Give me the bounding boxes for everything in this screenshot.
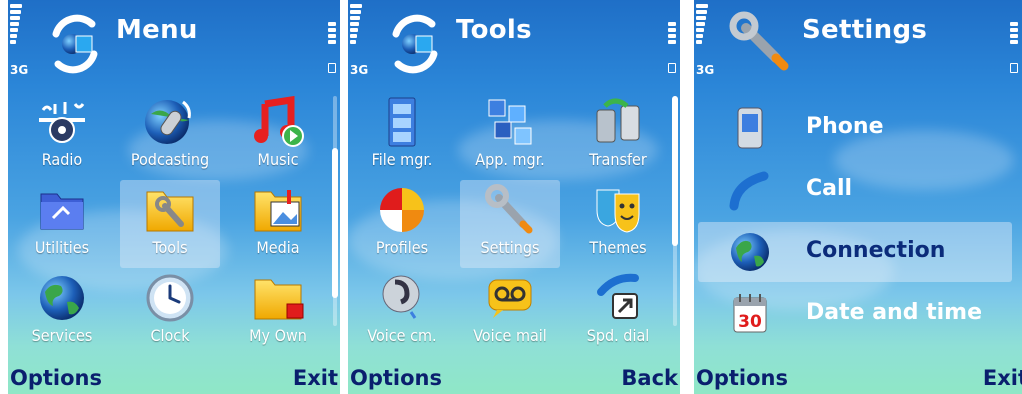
page-title: Tools	[456, 15, 532, 45]
settings-wrench-icon	[485, 184, 533, 234]
scrollbar-thumb[interactable]	[672, 96, 678, 246]
menu-item-label: Media	[256, 238, 300, 257]
file-manager-icon	[388, 97, 416, 147]
menu-item-label: Utilities	[34, 238, 90, 257]
page-title: Settings	[802, 15, 928, 45]
tools-item-settings[interactable]: Settings	[460, 180, 560, 268]
tools-item-label: App. mgr.	[475, 150, 545, 169]
my-own-folder-icon	[254, 279, 304, 320]
battery-cap-icon	[668, 63, 676, 73]
settings-item-connection[interactable]: Connection	[698, 222, 1012, 282]
utilities-folder-icon	[40, 193, 84, 230]
network-type-label: 3G	[10, 63, 29, 77]
media-folder-icon	[254, 190, 302, 232]
music-icon	[254, 96, 304, 147]
tools-screen: 3G Tools File mgr. App. mgr. Transfer Pr…	[348, 0, 680, 394]
settings-item-date-and-time[interactable]: 30 Date and time	[694, 284, 1012, 344]
tools-item-label: Voice mail	[473, 326, 547, 345]
battery-cap-icon	[328, 63, 336, 73]
menu-item-label: Services	[31, 326, 93, 345]
menu-item-label: Clock	[150, 326, 190, 345]
speed-dial-icon	[597, 273, 639, 319]
settings-item-phone[interactable]: Phone	[694, 98, 1012, 158]
globe-icon	[40, 276, 84, 320]
signal-strength-icon	[696, 4, 708, 46]
settings-screen: 3G Settings Phone Call Connection 30 Dat…	[694, 0, 1022, 394]
page-title: Menu	[116, 15, 198, 45]
phone-icon	[737, 107, 763, 149]
battery-icon	[668, 22, 676, 46]
tools-folder-icon	[146, 191, 194, 232]
exit-softkey[interactable]: Exit	[293, 366, 338, 390]
signal-strength-icon	[10, 4, 22, 46]
menu-item-my-own[interactable]: My Own	[228, 268, 328, 356]
profiles-icon	[380, 188, 424, 232]
settings-wrench-icon	[729, 11, 789, 71]
menu-item-radio[interactable]: Radio	[12, 92, 112, 180]
menu-item-services[interactable]: Services	[12, 268, 112, 356]
battery-icon	[328, 22, 336, 46]
settings-item-label: Connection	[806, 238, 946, 263]
options-softkey[interactable]: Options	[350, 366, 442, 390]
podcasting-icon	[145, 100, 191, 144]
transfer-icon	[596, 98, 640, 143]
menu-icon	[392, 14, 438, 74]
menu-item-label: Podcasting	[130, 150, 210, 169]
menu-item-label: My Own	[249, 326, 307, 345]
menu-item-media[interactable]: Media	[228, 180, 328, 268]
globe-icon	[731, 233, 769, 271]
options-softkey[interactable]: Options	[10, 366, 102, 390]
voice-mail-icon	[488, 279, 532, 318]
app-manager-icon	[488, 99, 532, 145]
back-softkey[interactable]: Back	[621, 366, 678, 390]
tools-item-file-manager[interactable]: File mgr.	[352, 92, 452, 180]
tools-item-label: File mgr.	[371, 150, 433, 169]
calendar-badge: 30	[738, 312, 762, 332]
tools-item-themes[interactable]: Themes	[568, 180, 668, 268]
settings-item-label: Phone	[806, 114, 884, 139]
tools-item-label: Voice cm.	[367, 326, 437, 345]
tools-item-label: Settings	[480, 238, 540, 257]
tools-item-label: Transfer	[589, 150, 647, 169]
tools-item-app-manager[interactable]: App. mgr.	[460, 92, 560, 180]
menu-item-tools[interactable]: Tools	[120, 180, 220, 268]
battery-cap-icon	[1010, 63, 1018, 73]
options-softkey[interactable]: Options	[696, 366, 788, 390]
calendar-icon: 30	[733, 294, 767, 333]
clock-icon	[146, 274, 194, 322]
tools-item-speed-dial[interactable]: Spd. dial	[568, 268, 668, 356]
menu-item-utilities[interactable]: Utilities	[12, 180, 112, 268]
menu-item-music[interactable]: Music	[228, 92, 328, 180]
menu-item-podcasting[interactable]: Podcasting	[120, 92, 220, 180]
settings-item-call[interactable]: Call	[694, 160, 1012, 220]
network-type-label: 3G	[696, 63, 715, 77]
menu-icon	[52, 14, 98, 74]
settings-item-label: Date and time	[806, 300, 983, 325]
menu-item-label: Tools	[152, 238, 188, 257]
tools-item-voice-mail[interactable]: Voice mail	[460, 268, 560, 356]
tools-item-transfer[interactable]: Transfer	[568, 92, 668, 180]
tools-item-profiles[interactable]: Profiles	[352, 180, 452, 268]
scrollbar-thumb[interactable]	[332, 148, 338, 298]
tools-item-label: Spd. dial	[586, 326, 650, 345]
menu-item-label: Radio	[41, 150, 83, 169]
radio-icon	[39, 102, 85, 143]
voice-command-icon	[382, 275, 420, 319]
themes-icon	[596, 189, 640, 233]
menu-screen: 3G Menu Radio Podcasting Music Utilities…	[8, 0, 340, 394]
exit-softkey[interactable]: Exit	[983, 366, 1022, 390]
menu-item-label: Music	[257, 150, 299, 169]
tools-item-label: Profiles	[375, 238, 429, 257]
tools-item-label: Themes	[589, 238, 647, 257]
settings-item-label: Call	[806, 176, 853, 201]
menu-item-clock[interactable]: Clock	[120, 268, 220, 356]
call-icon	[729, 171, 769, 211]
battery-icon	[1010, 22, 1018, 46]
signal-strength-icon	[350, 4, 362, 46]
network-type-label: 3G	[350, 63, 369, 77]
tools-item-voice-command[interactable]: Voice cm.	[352, 268, 452, 356]
